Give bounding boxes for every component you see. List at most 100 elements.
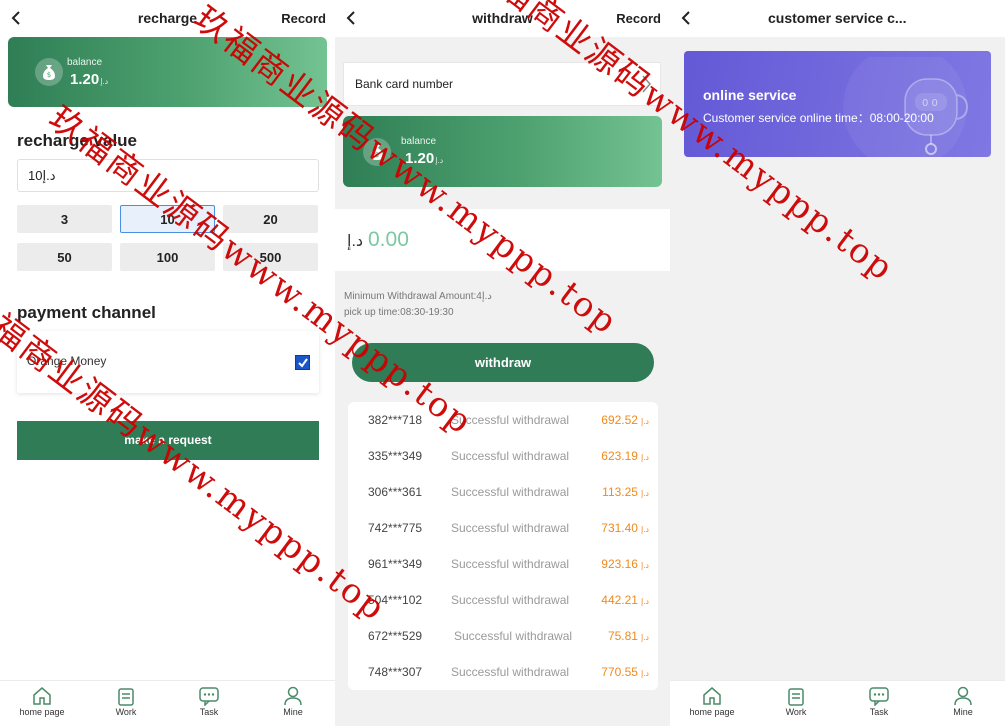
money-bag-icon: $ [363,138,391,166]
tab-home-label: home page [19,707,65,717]
chevron-right-icon [642,75,651,93]
service-header: customer service c... [670,0,1005,37]
payment-channel-title: payment channel [17,303,156,322]
balance-label: balance [67,57,103,68]
list-item: 335***349 Successful withdrawal 623.19 د.… [348,438,658,474]
list-item: 672***529 Successful withdrawal 75.81 د.إ [348,618,658,654]
balance-value: 1.20د.إ [405,150,444,167]
bottom-tab-bar: home page Work Task Mine [670,680,1005,726]
amount-input-value: 10 [28,168,43,183]
recharge-amount-input[interactable]: د.إ10 [17,159,319,192]
withdraw-amount-field[interactable]: د.إ 0.00 [335,209,670,271]
record-amount: 692.52 د.إ [601,413,649,427]
recharge-value-title: recharge value [17,131,138,150]
svg-text:0 0: 0 0 [922,98,938,109]
home-icon [703,687,721,705]
user-icon [954,686,972,706]
record-status: Successful withdrawal [451,593,570,607]
amount-option-10[interactable]: 10 [120,205,215,233]
tab-mine-label: Mine [283,707,303,717]
record-amount: 770.55 د.إ [601,665,649,679]
tab-mine[interactable]: Mine [933,686,993,717]
balance-value: 1.20د.إ [70,71,109,88]
tab-mine[interactable]: Mine [263,686,323,717]
currency-symbol: د.إ [347,233,364,250]
robot-icon: 0 0 [843,57,969,157]
record-account: 748***307 [368,665,423,679]
amount-option-100[interactable]: 100 [120,243,215,271]
recharge-panel: recharge Record $ balance 1.20د.إ rechar… [0,0,335,726]
bank-card-selector[interactable]: Bank card number [343,62,661,106]
amount-option-20[interactable]: 20 [223,205,318,233]
record-status: Successful withdrawal [451,521,570,535]
list-item: 382***718 Successful withdrawal 692.52 د.… [348,402,658,438]
chat-icon [199,687,219,706]
tab-home[interactable]: home page [12,686,72,717]
tab-work[interactable]: Work [96,686,156,717]
channel-checkbox[interactable] [295,355,310,370]
list-item: 742***775 Successful withdrawal 731.40 د.… [348,510,658,546]
online-service-card[interactable]: 0 0 online service Customer service onli… [684,51,991,157]
record-status: Successful withdrawal [451,449,570,463]
user-icon [284,686,302,706]
recharge-header: recharge Record [0,0,335,37]
list-item: 504***102 Successful withdrawal 442.21 د.… [348,582,658,618]
tab-work-label: Work [785,707,807,717]
online-service-title: online service [703,87,797,103]
record-status: Successful withdrawal [451,665,570,679]
record-amount: 623.19 د.إ [601,449,649,463]
list-item: 961***349 Successful withdrawal 923.16 د.… [348,546,658,582]
list-item: 748***307 Successful withdrawal 770.55 د.… [348,654,658,690]
bottom-tab-bar: home page Work Task Mine [0,680,335,726]
record-amount: 923.16 د.إ [601,557,649,571]
list-item: 306***361 Successful withdrawal 113.25 د.… [348,474,658,510]
tab-mine-label: Mine [953,707,973,717]
amount-option-50[interactable]: 50 [17,243,112,271]
channel-name: Orange Money [27,354,107,368]
record-account: 742***775 [368,521,423,535]
record-status: Successful withdrawal [451,557,570,571]
balance-label: balance [401,136,437,147]
customer-service-panel: customer service c... 0 0 online service… [670,0,1005,726]
withdrawal-records-list: 382***718 Successful withdrawal 692.52 د.… [348,402,658,690]
withdraw-panel: withdraw Record Bank card number $ balan… [335,0,670,726]
clipboard-icon [788,688,804,706]
withdraw-header: withdraw Record [335,0,670,37]
service-hours-text: Customer service online time：08:00-20:00 [703,111,934,125]
tab-work-label: Work [115,707,137,717]
record-account: 335***349 [368,449,423,463]
checkmark-icon [298,358,308,368]
pickup-time-text: pick up time:08:30-19:30 [344,307,454,318]
record-status: Successful withdrawal [451,485,570,499]
make-request-button[interactable]: make a request [17,421,319,460]
tab-task-label: Task [869,707,889,717]
tab-task[interactable]: Task [849,686,909,717]
chat-icon [869,687,889,706]
record-status: Successful withdrawal [454,629,573,643]
record-account: 961***349 [368,557,423,571]
clipboard-icon [118,688,134,706]
back-arrow-icon[interactable] [678,8,696,28]
amount-options: 3 10 20 50 100 500 [17,205,319,271]
tab-task[interactable]: Task [179,686,239,717]
record-amount: 75.81 د.إ [607,629,649,643]
min-withdrawal-text: Minimum Withdrawal Amount:4د.إ [344,291,492,302]
withdraw-button[interactable]: withdraw [352,343,654,382]
record-link[interactable]: Record [281,11,326,26]
balance-card: $ balance 1.20د.إ [8,37,327,107]
record-amount: 113.25 د.إ [602,485,649,499]
amount-option-500[interactable]: 500 [223,243,318,271]
currency-symbol: د.إ [42,168,56,183]
svg-text:$: $ [47,71,51,79]
record-status: Successful withdrawal [451,413,570,427]
money-bag-icon: $ [35,58,63,86]
amount-option-3[interactable]: 3 [17,205,112,233]
tab-task-label: Task [199,707,219,717]
record-link[interactable]: Record [616,11,661,26]
tab-home[interactable]: home page [682,686,742,717]
svg-text:$: $ [375,151,379,159]
home-icon [33,687,51,705]
record-account: 672***529 [368,629,423,643]
tab-work[interactable]: Work [766,686,826,717]
payment-channel-item[interactable]: Orange Money [17,331,319,393]
